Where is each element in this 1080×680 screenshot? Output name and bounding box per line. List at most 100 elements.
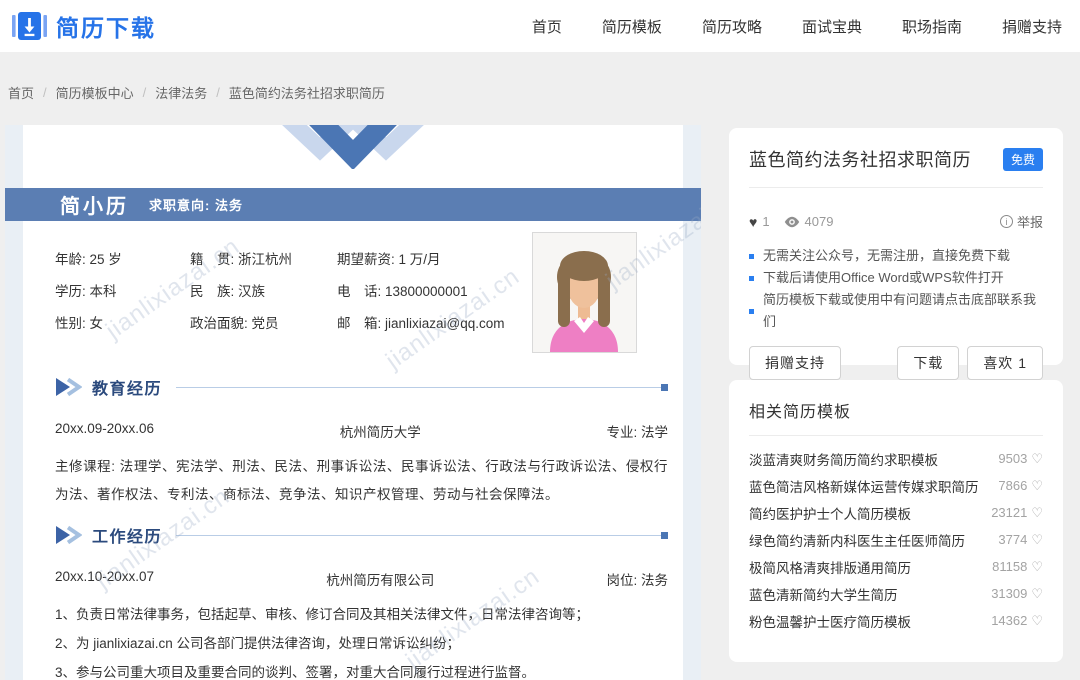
work-duty-1: 1、负责日常法律事务，包括起草、审核、修订合同及其相关法律文件，日常法律咨询等； bbox=[55, 605, 668, 625]
related-template-link[interactable]: 极简风格清爽排版通用简历 81158♡ bbox=[749, 553, 1043, 580]
like-button[interactable]: 喜欢 1 bbox=[967, 346, 1043, 380]
work-duty-2: 2、为 jianlixiazai.cn 公司各部门提供法律咨询，处理日常诉讼纠纷… bbox=[55, 634, 668, 654]
nav-item-interview[interactable]: 面试宝典 bbox=[802, 16, 862, 37]
related-template-title: 极简风格清爽排版通用简历 bbox=[749, 557, 911, 577]
double-arrow-icon bbox=[55, 377, 82, 397]
related-template-link[interactable]: 蓝色简洁风格新媒体运营传媒求职简历 7866♡ bbox=[749, 472, 1043, 499]
nav-item-templates[interactable]: 简历模板 bbox=[602, 16, 662, 37]
site-logo[interactable]: 简历下载 bbox=[12, 9, 156, 43]
resume-preview: jianlixiazai.cn jianlixiazai.cn jianlixi… bbox=[5, 125, 701, 680]
heart-outline-icon: ♡ bbox=[1031, 532, 1043, 548]
bullet-square-icon bbox=[749, 309, 754, 314]
info-gender: 性别: 女 bbox=[55, 317, 190, 331]
related-template-title: 蓝色清新简约大学生简历 bbox=[749, 584, 898, 604]
education-courses: 主修课程: 法理学、宪法学、刑法、民法、刑事诉讼法、民事诉讼法、行政法与行政诉讼… bbox=[55, 453, 668, 509]
work-duties: 1、负责日常法律事务，包括起草、审核、修订合同及其相关法律文件，日常法律咨询等；… bbox=[55, 605, 668, 680]
id-photo bbox=[532, 232, 637, 353]
breadcrumb-separator: / bbox=[43, 85, 47, 100]
related-template-link[interactable]: 蓝色清新简约大学生简历 31309♡ bbox=[749, 580, 1043, 607]
related-template-title: 绿色简约清新内科医生主任医师简历 bbox=[749, 530, 965, 550]
nav-item-career[interactable]: 职场指南 bbox=[902, 16, 962, 37]
chevron-decoration bbox=[268, 125, 438, 174]
template-detail-card: 蓝色简约法务社招求职简历 免费 ♥ 1 4079 i 举报 无需关注公众号，无需… bbox=[729, 128, 1063, 365]
bullet-square-icon bbox=[749, 254, 754, 259]
work-position: 岗位: 法务 bbox=[606, 569, 668, 589]
heart-icon: ♥ bbox=[749, 214, 757, 230]
template-title: 蓝色简约法务社招求职简历 bbox=[749, 146, 971, 172]
education-period: 20xx.09-20xx.06 bbox=[55, 421, 154, 441]
download-button[interactable]: 下载 bbox=[897, 346, 959, 380]
donate-button[interactable]: 捐赠支持 bbox=[749, 346, 841, 380]
breadcrumb-separator: / bbox=[143, 85, 147, 100]
info-ethnicity: 民 族: 汉族 bbox=[190, 285, 337, 299]
related-like-count: 23121♡ bbox=[991, 505, 1043, 521]
bullet-square-icon bbox=[749, 276, 754, 281]
section-end-square bbox=[661, 384, 668, 391]
related-template-link[interactable]: 粉色温馨护士医疗简历模板 14362♡ bbox=[749, 607, 1043, 634]
double-arrow-icon bbox=[55, 525, 82, 545]
candidate-name: 简小历 bbox=[60, 190, 129, 219]
personal-info-table: 年龄: 25 岁 籍 贯: 浙江杭州 期望薪资: 1 万/月 学历: 本科 民 … bbox=[55, 253, 525, 349]
related-templates-card: 相关简历模板 淡蓝清爽财务简历简约求职模板 9503♡ 蓝色简洁风格新媒体运营传… bbox=[729, 380, 1063, 662]
work-section: 工作经历 20xx.10-20xx.07 杭州简历有限公司 岗位: 法务 1、负… bbox=[55, 523, 668, 680]
report-label: 举报 bbox=[1017, 212, 1043, 231]
related-template-link[interactable]: 绿色简约清新内科医生主任医师简历 3774♡ bbox=[749, 526, 1043, 553]
related-card-title: 相关简历模板 bbox=[749, 398, 1043, 422]
work-meta-row: 20xx.10-20xx.07 杭州简历有限公司 岗位: 法务 bbox=[55, 569, 668, 589]
info-row: 年龄: 25 岁 籍 贯: 浙江杭州 期望薪资: 1 万/月 bbox=[55, 253, 525, 267]
education-major: 专业: 法学 bbox=[606, 421, 668, 441]
divider bbox=[749, 187, 1043, 188]
tips-list: 无需关注公众号，无需注册，直接免费下载 下载后请使用Office Word或WP… bbox=[749, 245, 1043, 333]
education-school: 杭州简历大学 bbox=[340, 421, 421, 441]
action-buttons: 捐赠支持 下载 喜欢 1 bbox=[749, 346, 1043, 380]
education-section: 教育经历 20xx.09-20xx.06 杭州简历大学 专业: 法学 主修课程:… bbox=[55, 375, 668, 509]
view-count: 4079 bbox=[805, 214, 834, 229]
site-logo-text: 简历下载 bbox=[56, 9, 156, 43]
nav-item-guides[interactable]: 简历攻略 bbox=[702, 16, 762, 37]
info-row: 性别: 女 政治面貌: 党员 邮 箱: jianlixiazai@qq.com bbox=[55, 317, 525, 331]
job-objective: 求职意向: 法务 bbox=[149, 195, 243, 214]
heart-outline-icon: ♡ bbox=[1031, 586, 1043, 602]
related-like-count: 81158♡ bbox=[992, 559, 1043, 575]
related-like-count: 7866♡ bbox=[998, 478, 1043, 494]
related-template-title: 粉色温馨护士医疗简历模板 bbox=[749, 611, 911, 631]
download-logo-icon bbox=[12, 11, 47, 41]
breadcrumb-category-legal[interactable]: 法律法务 bbox=[155, 83, 207, 102]
info-political-status: 政治面貌: 党员 bbox=[190, 317, 337, 331]
info-age: 年龄: 25 岁 bbox=[55, 253, 190, 267]
related-template-title: 淡蓝清爽财务简历简约求职模板 bbox=[749, 449, 938, 469]
info-expected-salary: 期望薪资: 1 万/月 bbox=[337, 253, 525, 267]
heart-outline-icon: ♡ bbox=[1031, 559, 1043, 575]
related-template-title: 蓝色简洁风格新媒体运营传媒求职简历 bbox=[749, 476, 979, 496]
section-divider-line bbox=[176, 535, 661, 536]
free-badge: 免费 bbox=[1003, 148, 1043, 171]
related-list: 淡蓝清爽财务简历简约求职模板 9503♡ 蓝色简洁风格新媒体运营传媒求职简历 7… bbox=[749, 445, 1043, 634]
divider bbox=[749, 435, 1043, 436]
nav-item-donate[interactable]: 捐赠支持 bbox=[1002, 16, 1062, 37]
breadcrumb-home[interactable]: 首页 bbox=[8, 83, 34, 102]
info-circle-icon: i bbox=[1000, 215, 1013, 228]
heart-outline-icon: ♡ bbox=[1031, 451, 1043, 467]
info-email: 邮 箱: jianlixiazai@qq.com bbox=[337, 317, 525, 331]
work-duty-3: 3、参与公司重大项目及重要合同的谈判、签署，对重大合同履行过程进行监督。 bbox=[55, 663, 668, 680]
breadcrumb: 首页 / 简历模板中心 / 法律法务 / 蓝色简约法务社招求职简历 bbox=[8, 83, 385, 102]
related-like-count: 9503♡ bbox=[998, 451, 1043, 467]
breadcrumb-template-center[interactable]: 简历模板中心 bbox=[56, 83, 134, 102]
related-template-link[interactable]: 简约医护护士个人简历模板 23121♡ bbox=[749, 499, 1043, 526]
breadcrumb-current: 蓝色简约法务社招求职简历 bbox=[229, 83, 385, 102]
work-section-header: 工作经历 bbox=[55, 523, 668, 547]
top-navbar: 简历下载 首页 简历模板 简历攻略 面试宝典 职场指南 捐赠支持 bbox=[0, 0, 1080, 52]
nav-item-home[interactable]: 首页 bbox=[532, 16, 562, 37]
tip-text: 下载后请使用Office Word或WPS软件打开 bbox=[763, 267, 1004, 289]
section-divider-line bbox=[176, 387, 661, 388]
report-link[interactable]: i 举报 bbox=[1000, 212, 1043, 231]
education-section-header: 教育经历 bbox=[55, 375, 668, 399]
related-template-title: 简约医护护士个人简历模板 bbox=[749, 503, 911, 523]
tip-text: 无需关注公众号，无需注册，直接免费下载 bbox=[763, 245, 1010, 267]
section-title: 教育经历 bbox=[92, 375, 162, 399]
related-template-link[interactable]: 淡蓝清爽财务简历简约求职模板 9503♡ bbox=[749, 445, 1043, 472]
work-period: 20xx.10-20xx.07 bbox=[55, 569, 154, 589]
info-education: 学历: 本科 bbox=[55, 285, 190, 299]
heart-outline-icon: ♡ bbox=[1031, 505, 1043, 521]
info-native-place: 籍 贯: 浙江杭州 bbox=[190, 253, 337, 267]
